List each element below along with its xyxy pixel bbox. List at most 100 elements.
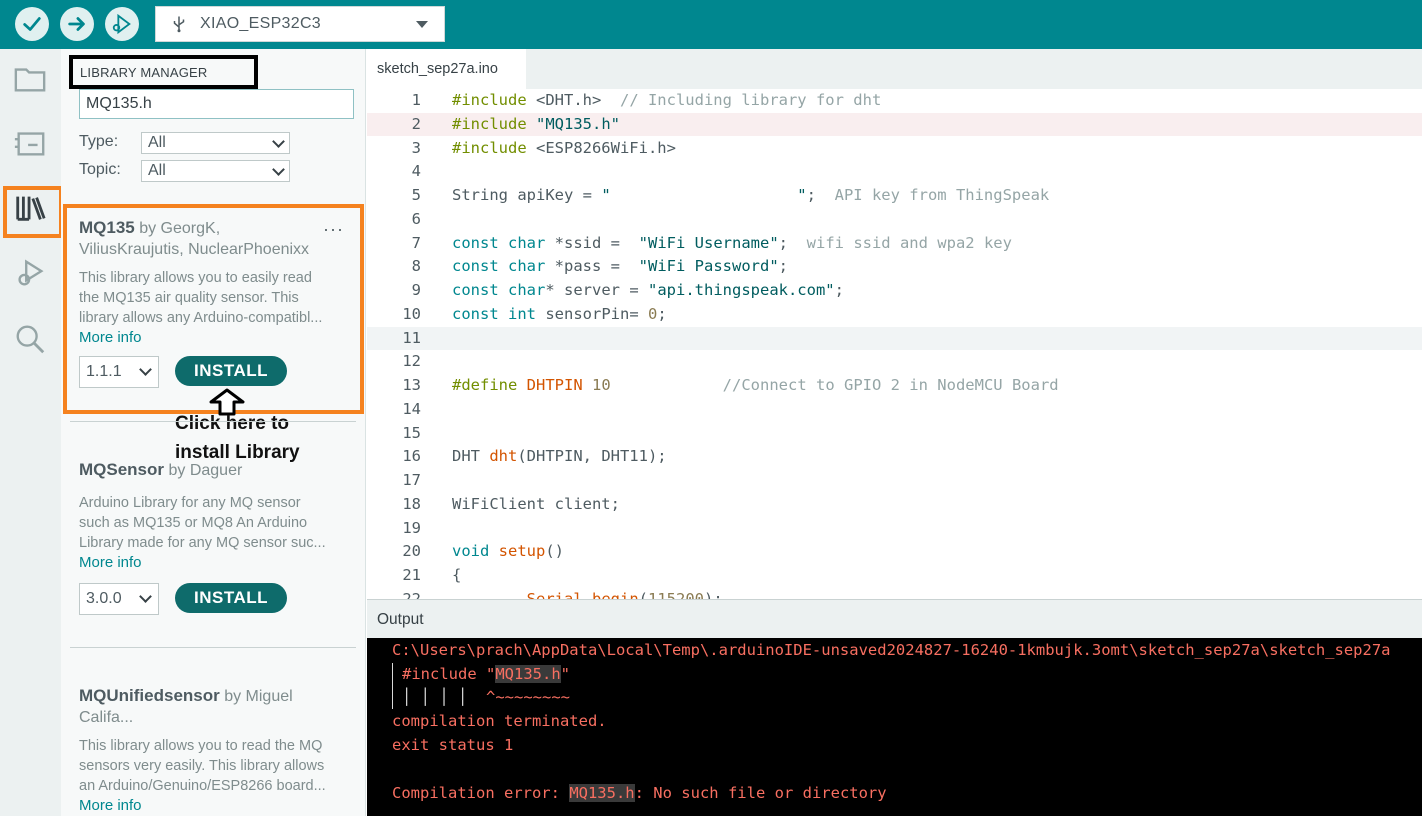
code-line: 3 #include <ESP8266WiFi.h> [367,137,1422,160]
line-number: 18 [402,495,421,513]
line-number: 16 [402,447,421,465]
activity-bar [0,49,63,816]
install-button[interactable]: INSTALL [175,583,287,613]
line-number: 7 [411,234,421,252]
code-text: const int sensorPin= 0; [452,305,667,323]
line-number: 12 [402,352,421,370]
error-prefix: Compilation error: [392,784,570,802]
debug-button[interactable] [105,7,139,41]
debug-panel-button[interactable] [12,255,48,291]
error-file: MQ135.h [569,784,635,802]
code-line: 14 [367,398,1422,421]
code-line: 5 String apiKey = " "; API key from Thing… [367,184,1422,207]
line-number: 6 [411,210,421,228]
error-suffix: : No such file or directory [634,784,887,802]
library-card-mqsensor: MQSensor by Daguer Arduino Library for a… [79,459,357,573]
line-number: 2 [411,115,421,133]
output-path-line: C:\Users\prach\AppData\Local\Temp\.ardui… [392,641,1391,659]
library-name: MQSensor [79,460,165,479]
code-line: 22 Serial.begin(115200); [367,588,1422,599]
code-line: 16 DHT dht(DHTPIN, DHT11); [367,445,1422,468]
line-number: 20 [402,542,421,560]
verify-button[interactable] [15,7,49,41]
divider [70,421,356,422]
version-value: 1.1.1 [86,363,122,380]
code-text: Serial.begin(115200); [526,590,723,599]
tab-sketch[interactable]: sketch_sep27a.ino [367,49,526,89]
line-number: 5 [411,186,421,204]
callout-line: Click here to [175,413,290,434]
line-number: 13 [402,376,421,394]
library-description: This library allows you to easily read t… [79,268,357,328]
code-text: void setup() [452,542,565,560]
boards-manager-button[interactable] [12,125,48,161]
code-line: 19 [367,517,1422,540]
library-manager-panel: LIBRARY MANAGER MQ135.h Type: All Topic:… [61,49,366,816]
output-error-line: Compilation error: MQ135.h: No such file… [392,782,887,805]
folder-icon [14,68,46,92]
library-name: MQUnifiedsensor [79,686,220,705]
output-line: exit status 1 [392,736,514,754]
desc-line: the MQ135 air quality sensor. This [79,290,299,306]
code-line: 2 #include "MQ135.h" [367,113,1422,136]
desc-line: Library made for any MQ sensor suc... [79,535,326,551]
code-line: 7 const char *ssid = "WiFi Username"; wif… [367,232,1422,255]
line-number: 10 [402,305,421,323]
more-info-link[interactable]: More info [79,328,357,348]
chevron-down-icon [272,163,285,176]
more-info-link[interactable]: More info [79,796,357,816]
desc-line: an Arduino/Genuino/ESP8266 board... [79,778,326,794]
code-line: 1 #include <DHT.h> // Including library f… [367,89,1422,112]
search-icon [16,325,45,354]
squiggle: ^~~~~~~~~ [486,688,570,706]
include-prefix: #include " [402,665,496,683]
board-selector[interactable]: XIAO_ESP32C3 [155,6,445,42]
more-info-link[interactable]: More info [79,553,357,573]
library-search-input[interactable]: MQ135.h [79,89,354,119]
chevron-down-icon [139,363,152,376]
output-line: compilation terminated. [392,712,607,730]
output-title: Output [377,611,424,628]
type-select[interactable]: All [141,132,290,154]
chevron-down-icon [416,21,428,28]
library-name: MQ135 [79,218,135,237]
active-highlight [3,186,63,238]
code-editor[interactable]: 1 #include <DHT.h> // Including library f… [367,89,1422,599]
install-button[interactable]: INSTALL [175,356,287,386]
chevron-down-icon [272,135,285,148]
code-text: DHT dht(DHTPIN, DHT11); [452,447,667,465]
line-number: 8 [411,257,421,275]
desc-line: library allows any Arduino-compatibl... [79,310,323,326]
version-select[interactable]: 1.1.1 [79,356,159,388]
debug-icon [18,259,44,286]
include-suffix: " [560,665,570,683]
code-text: #include "MQ135.h" [452,115,620,133]
chevron-down-icon [139,590,152,603]
type-value: All [148,134,166,151]
topic-select[interactable]: All [141,160,290,182]
line-number: 14 [402,400,421,418]
sketchbook-button[interactable] [12,61,48,97]
upload-button[interactable] [60,7,94,41]
library-description: This library allows you to read the MQ s… [79,736,357,796]
code-text: String apiKey = " "; API key from ThingS… [452,186,1050,204]
output-squiggle-line: │ │ │ │ ^~~~~~~~~ [392,686,570,709]
version-value: 3.0.0 [86,590,122,607]
code-line: 21 { [367,564,1422,587]
code-line: 13 #define DHTPIN 10 //Connect to GPIO 2 … [367,374,1422,397]
debug-play-icon [112,13,131,35]
code-line: 8 const char *pass = "WiFi Password"; [367,255,1422,278]
output-include-line: #include "MQ135.h" [392,663,570,686]
editor-tabbar: sketch_sep27a.ino [367,49,1422,89]
code-line: 12 [367,350,1422,373]
more-options-icon[interactable]: ··· [323,219,344,240]
line-number: 3 [411,139,421,157]
library-card-mq135: MQ135 by GeorgK, ViliusKraujutis, Nuclea… [79,217,357,348]
code-line: 11 [367,327,1422,350]
line-number: 22 [402,590,421,599]
search-panel-button[interactable] [12,321,48,357]
code-text: { [452,566,462,584]
version-select[interactable]: 3.0.0 [79,583,159,615]
output-header: Output [367,599,1422,638]
board-icon [14,132,45,156]
